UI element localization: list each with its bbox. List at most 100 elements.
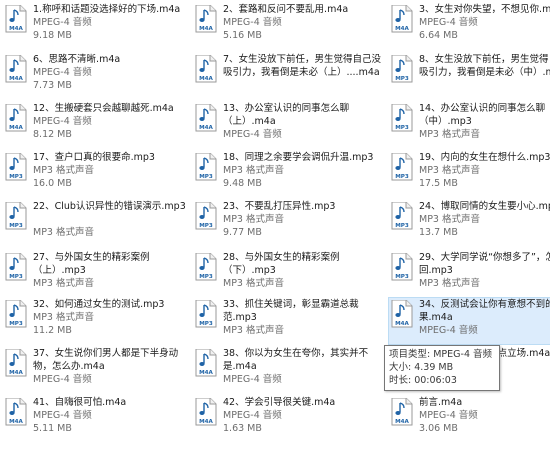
svg-text:M4A: M4A [199,76,213,82]
file-item[interactable]: M4A 37、女生说你们男人都是下半身动物，怎么办.m4a MPEG-4 音频 [2,346,190,394]
svg-text:MP3: MP3 [199,223,213,229]
svg-text:M4A: M4A [395,26,409,32]
file-type: MP3 格式声音 [223,278,284,289]
file-name: 42、学会引导很关键.m4a [223,397,336,408]
file-size: 9.18 MB [33,30,72,41]
file-item[interactable]: MP3 19、内向的女生在想什么.mp3 MP3 格式声音 17.5 MB [388,150,550,198]
svg-text:M4A: M4A [9,370,23,376]
svg-text:MP3: MP3 [9,174,23,180]
file-type: MPEG-4 音频 [419,17,478,28]
file-size: 3.06 MB [419,423,458,434]
file-item[interactable]: MP3 27、与外国女生的精彩案例（上）.mp3 MP3 格式声音 [2,250,190,298]
mp3-file-icon: MP3 [195,253,217,281]
file-name: 29、大学同学说“你想多了”，怎么回.mp3 [419,252,550,276]
file-type: MPEG-4 音频 [33,67,92,78]
tooltip-duration: 时长: 00:06:03 [389,375,457,386]
file-type: MPEG-4 音频 [33,374,92,385]
file-item[interactable]: M4A 41、自嗨很可怕.m4a MPEG-4 音频 5.11 MB [2,395,190,443]
file-name: 18、同理之余要学会调侃升温.mp3 [223,152,374,163]
file-name: 1.称呼和话题没选择好的下场.m4a [33,4,181,15]
file-name: 24、博取同情的女生要小心.mp3 [419,201,550,212]
mp3-file-icon: MP3 [391,104,413,132]
file-type: MP3 格式声音 [223,325,284,336]
svg-text:M4A: M4A [199,125,213,131]
file-item[interactable]: MP3 33、抓住关键词，彰显霸道总裁范.mp3 MP3 格式声音 [192,297,380,345]
svg-text:MP3: MP3 [395,274,409,280]
file-item[interactable]: MP3 32、如何通过女生的测试.mp3 MP3 格式声音 11.2 MB [2,297,190,345]
file-name: 33、抓住关键词，彰显霸道总裁范.mp3 [223,299,359,323]
mp3-file-icon: MP3 [391,253,413,281]
file-type: MPEG-4 音频 [223,129,282,140]
svg-text:M4A: M4A [9,125,23,131]
file-size: 9.48 MB [223,178,262,189]
file-size: 17.5 MB [419,178,458,189]
file-item[interactable]: MP3 8、女生没放下前任，男生觉得自己没吸引力，我看倒是未必（中）.mp3 [388,52,550,100]
file-name: 38、你以为女生在夸你，其实并不是.m4a [223,348,369,372]
file-item[interactable]: MP3 22、Club认识异性的错误演示.mp3 MP3 格式声音 [2,199,190,247]
file-name: 23、不要乱打压异性.mp3 [223,201,336,212]
file-item[interactable]: M4A 前言.m4a MPEG-4 音频 3.06 MB [388,395,550,443]
file-item[interactable]: M4A 34、反测试会让你有意想不到的效果.m4a MPEG-4 音频 [388,297,550,345]
file-name: 前言.m4a [419,397,463,408]
svg-text:MP3: MP3 [395,174,409,180]
svg-text:M4A: M4A [9,76,23,82]
file-type: MP3 格式声音 [419,278,480,289]
svg-text:MP3: MP3 [9,321,23,327]
mp3-file-icon: MP3 [5,202,27,230]
file-type: MP3 格式声音 [33,227,94,238]
svg-text:MP3: MP3 [9,274,23,280]
file-name: 19、内向的女生在想什么.mp3 [419,152,550,163]
file-item[interactable]: MP3 18、同理之余要学会调侃升温.mp3 MP3 格式声音 9.48 MB [192,150,380,198]
svg-text:MP3: MP3 [9,223,23,229]
mp3-file-icon: MP3 [391,202,413,230]
file-size: 16.0 MB [33,178,72,189]
svg-text:M4A: M4A [199,419,213,425]
file-item[interactable]: M4A 2、套路和反问不要乱用.m4a MPEG-4 音频 5.16 MB [192,2,380,50]
file-name: 12、生搬硬套只会越聊越死.m4a [33,103,174,114]
file-item[interactable]: MP3 17、查户口真的很要命.mp3 MP3 格式声音 16.0 MB [2,150,190,198]
file-name: 14、办公室认识的同事怎么聊（中）.mp3 [419,103,546,127]
file-size: 5.16 MB [223,30,262,41]
file-type: MPEG-4 音频 [223,17,282,28]
svg-text:M4A: M4A [395,321,409,327]
svg-text:MP3: MP3 [199,174,213,180]
svg-text:M4A: M4A [199,26,213,32]
file-name: 2、套路和反问不要乱用.m4a [223,4,349,15]
svg-text:MP3: MP3 [395,223,409,229]
svg-text:M4A: M4A [9,26,23,32]
file-item[interactable]: M4A 1.称呼和话题没选择好的下场.m4a MPEG-4 音频 9.18 MB [2,2,190,50]
file-item[interactable]: M4A 12、生搬硬套只会越聊越死.m4a MPEG-4 音频 8.12 MB [2,101,190,149]
file-item[interactable]: M4A 38、你以为女生在夸你，其实并不是.m4a MPEG-4 音频 [192,346,380,394]
file-item[interactable]: M4A 6、思路不清晰.m4a MPEG-4 音频 7.73 MB [2,52,190,100]
file-name: 3、女生对你失望，不想见你.m4a [419,4,550,15]
file-item[interactable]: M4A 3、女生对你失望，不想见你.m4a MPEG-4 音频 6.64 MB [388,2,550,50]
svg-text:M4A: M4A [9,419,23,425]
file-item[interactable]: MP3 29、大学同学说“你想多了”，怎么回.mp3 MP3 格式声音 [388,250,550,298]
file-name: 34、反测试会让你有意想不到的效果.m4a [419,299,550,323]
tooltip-size: 大小: 4.39 MB [389,362,454,373]
m4a-file-icon: M4A [5,349,27,377]
m4a-file-icon: M4A [195,5,217,33]
svg-text:MP3: MP3 [199,321,213,327]
file-item[interactable]: M4A 7、女生没放下前任，男生觉得自己没吸引力，我看倒是未必（上）....m4a [192,52,381,100]
m4a-file-icon: M4A [5,398,27,426]
file-type: MPEG-4 音频 [33,410,92,421]
mp3-file-icon: MP3 [5,253,27,281]
file-size: 5.11 MB [33,423,72,434]
file-size: 13.7 MB [419,227,458,238]
file-type: MP3 格式声音 [33,312,94,323]
file-type: MP3 格式声音 [33,165,94,176]
file-item[interactable]: MP3 23、不要乱打压异性.mp3 MP3 格式声音 9.77 MB [192,199,380,247]
file-name: 37、女生说你们男人都是下半身动物，怎么办.m4a [33,348,179,372]
m4a-file-icon: M4A [195,398,217,426]
m4a-file-icon: M4A [391,398,413,426]
file-item[interactable]: MP3 14、办公室认识的同事怎么聊（中）.mp3 MP3 格式声音 [388,101,550,149]
file-item[interactable]: MP3 24、博取同情的女生要小心.mp3 MP3 格式声音 13.7 MB [388,199,550,247]
m4a-file-icon: M4A [195,55,217,83]
file-name: 32、如何通过女生的测试.mp3 [33,299,165,310]
file-item[interactable]: M4A 42、学会引导很关键.m4a MPEG-4 音频 1.63 MB [192,395,380,443]
file-type: MP3 格式声音 [223,214,284,225]
file-type: MPEG-4 音频 [419,410,478,421]
file-item[interactable]: MP3 28、与外国女生的精彩案例（下）.mp3 MP3 格式声音 [192,250,380,298]
file-item[interactable]: M4A 13、办公室认识的同事怎么聊（上）.m4a MPEG-4 音频 [192,101,380,149]
